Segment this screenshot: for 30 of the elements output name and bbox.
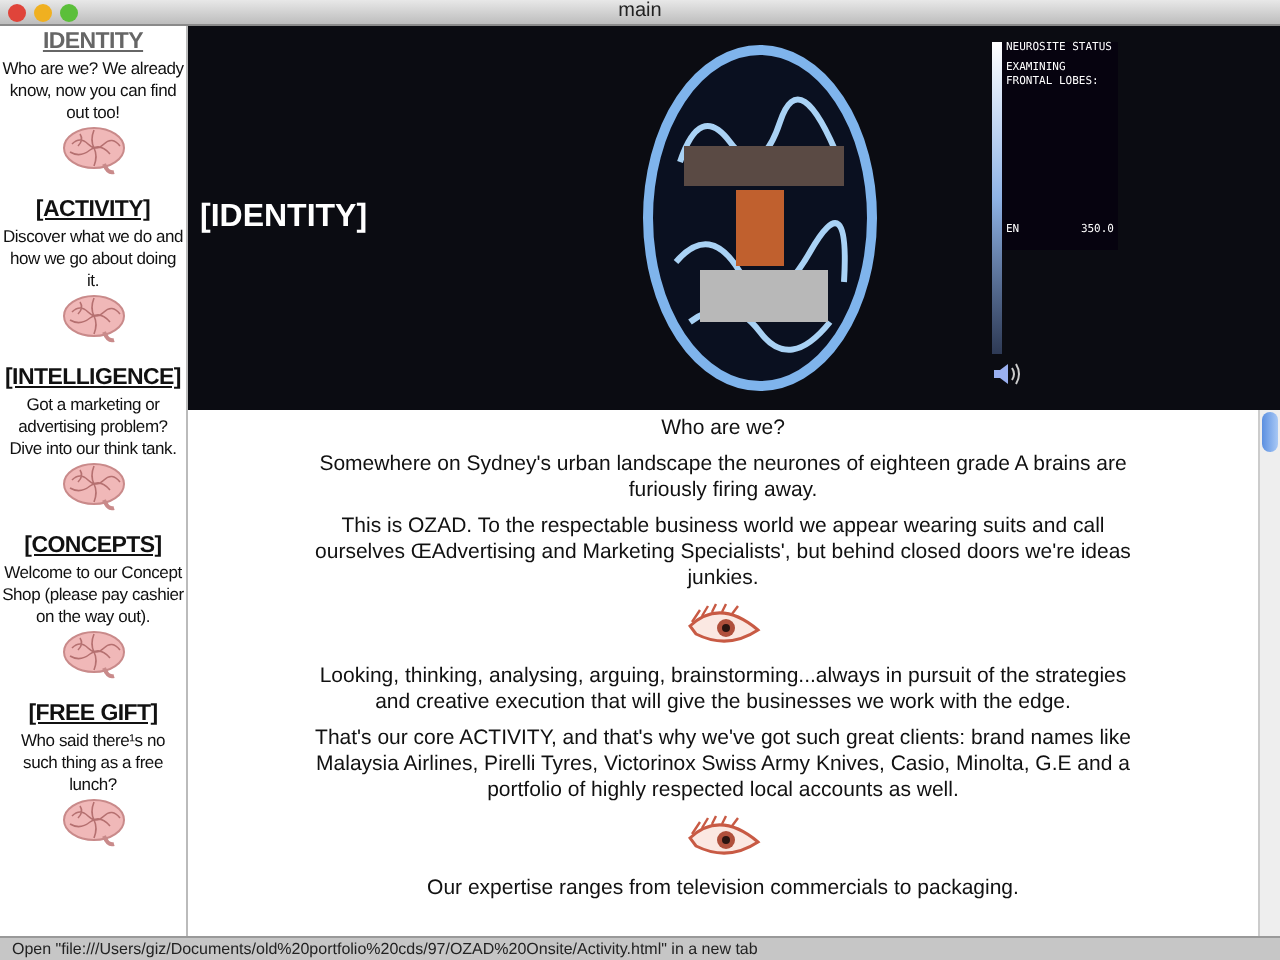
zoom-button[interactable]: [60, 3, 78, 21]
window-title: main: [618, 0, 662, 24]
speaker-icon[interactable]: [992, 360, 1024, 388]
scrollbar[interactable]: [1258, 410, 1280, 936]
sidebar-description: Discover what we do and how we go about doing it.: [0, 226, 186, 292]
close-button[interactable]: [8, 3, 26, 21]
sidebar-description: Who are we? We already know, now you can find out too!: [0, 58, 186, 124]
sidebar-description: Who said there¹s no such thing as a free lunch?: [18, 730, 168, 796]
status-bar-text: Open "file:///Users/giz/Documents/old%20portfolio%20cds/97/OZAD%20Onsite/Activity.html" in a new tab: [12, 939, 758, 959]
brain-icon: [59, 796, 127, 848]
brain-icon: [59, 460, 127, 512]
brain-icon: [59, 124, 127, 176]
minimize-button[interactable]: [34, 3, 52, 21]
sidebar-description: Got a marketing or advertising problem? Dive into our think tank.: [7, 394, 179, 460]
body-paragraph: Who are we?: [661, 416, 785, 442]
body-paragraph: Our expertise ranges from television commercials to packaging.: [427, 876, 1019, 902]
page-heading: [IDENTITY]: [200, 198, 370, 238]
sidebar-description: Welcome to our Concept Shop (please pay cashier on the way out).: [0, 562, 186, 628]
scrollbar-thumb[interactable]: [1262, 412, 1278, 452]
body-paragraph: That's our core ACTIVITY, and that's why we've got such great clients: brand names like Malaysia Airlines, Pirelli Tyres, Victorinox Swiss Army Knives, Casio, Minolta, G.E and a portfolio of highly respected local accounts as well.: [313, 726, 1133, 804]
brain-icon: [59, 628, 127, 680]
sidebar-link[interactable]: [FREE GIFT]: [28, 700, 158, 730]
body-paragraph: This is OZAD. To the respectable business world we appear wearing suits and call ourselves ŒAdvertising and Marketing Specialists', but behind closed doors we're ideas junkies.: [313, 514, 1133, 592]
brain-icon: [59, 292, 127, 344]
sidebar-link[interactable]: IDENTITY: [42, 28, 144, 58]
sidebar-link[interactable]: [CONCEPTS]: [24, 532, 162, 562]
sidebar-link[interactable]: [ACTIVITY]: [35, 196, 151, 226]
sidebar-link[interactable]: [INTELLIGENCE]: [5, 364, 181, 394]
body-paragraph: Looking, thinking, analysing, arguing, brainstorming...always in pursuit of the strategies and creative execution that will give the businesses we work with the edge.: [317, 664, 1129, 716]
body-paragraph: Somewhere on Sydney's urban landscape the neurones of eighteen grade A brains are furiously firing away.: [317, 452, 1129, 504]
